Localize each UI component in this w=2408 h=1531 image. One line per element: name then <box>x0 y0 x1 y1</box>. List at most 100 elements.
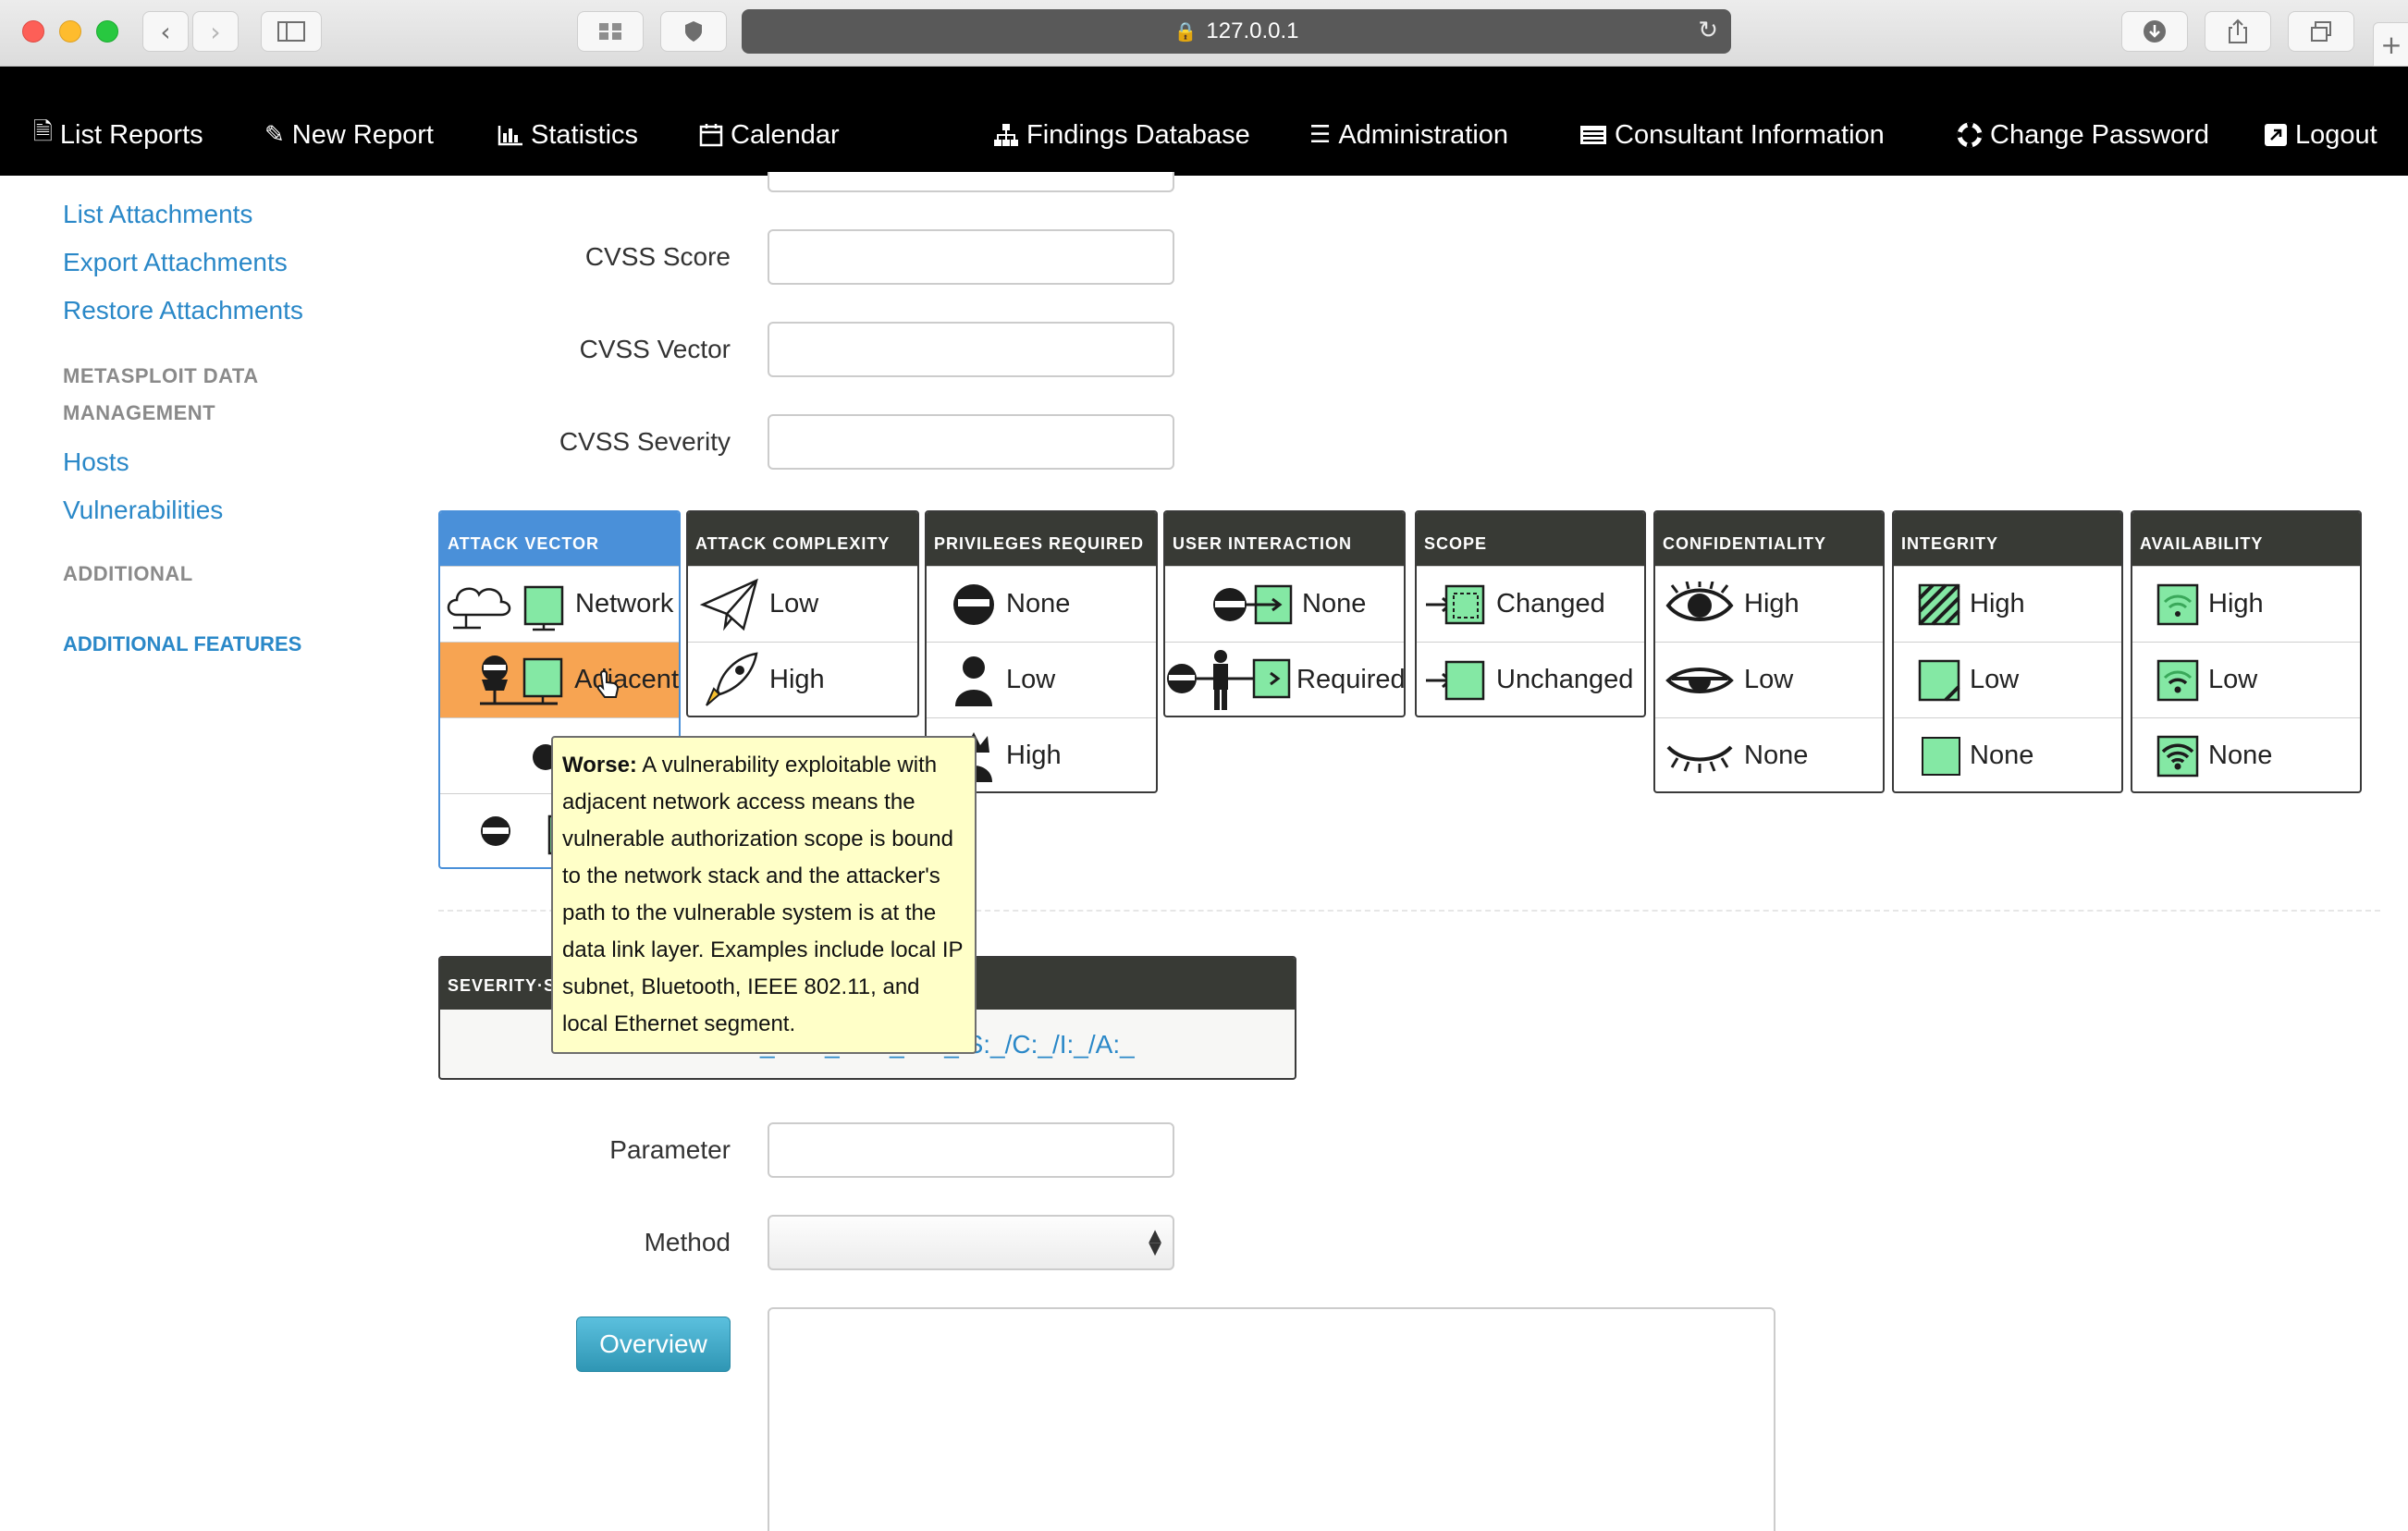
adjacent-network-icon <box>480 655 563 704</box>
overview-textarea[interactable] <box>768 1307 1775 1531</box>
sidebar-heading-metasploit-line2: MANAGEMENT <box>63 401 216 424</box>
reload-icon[interactable]: ↻ <box>1698 17 1718 44</box>
tabs-button[interactable] <box>2288 11 2354 52</box>
option-label: None <box>1302 589 1367 619</box>
option-ac-high[interactable]: High <box>688 642 917 716</box>
maximize-window-button[interactable] <box>96 20 118 43</box>
metric-attack-complexity: ATTACK COMPLEXITY Low High <box>686 510 919 717</box>
nav-calendar[interactable]: Calendar <box>699 118 840 152</box>
integrity-low-icon <box>1918 659 1960 701</box>
wifi-weak-icon <box>2156 583 2199 625</box>
option-label: Low <box>769 589 819 619</box>
nav-administration[interactable]: ☰ Administration <box>1309 118 1508 152</box>
cvss-vector-input[interactable] <box>768 322 1174 377</box>
nav-logout[interactable]: Logout <box>2264 118 2377 152</box>
bar-chart-icon <box>498 126 522 146</box>
sidebar-icon <box>277 21 305 42</box>
overview-button[interactable]: Overview <box>576 1317 731 1372</box>
metric-title: CONFIDENTIALITY <box>1655 512 1883 566</box>
sidebar-export-attachments[interactable]: Export Attachments <box>63 248 288 277</box>
nav-new-report[interactable]: ✎ New Report <box>264 118 434 152</box>
parameter-label: Parameter <box>609 1135 731 1164</box>
privacy-button[interactable] <box>660 11 727 52</box>
sidebar-toggle-button[interactable] <box>261 11 322 52</box>
share-button[interactable] <box>2205 11 2271 52</box>
option-label: Changed <box>1496 589 1605 619</box>
option-av-adjacent[interactable]: Adjacent <box>440 642 679 717</box>
option-a-high[interactable]: High <box>2132 566 2360 642</box>
eye-half-icon <box>1665 667 1734 693</box>
rocket-icon <box>706 651 758 706</box>
sidebar-hosts[interactable]: Hosts <box>63 447 129 477</box>
option-label: High <box>1744 589 1800 619</box>
nav-label: Administration <box>1338 119 1509 150</box>
tooltip-bold: Worse: <box>562 753 637 778</box>
tooltip-text: A vulnerability exploitable with adjacen… <box>562 753 964 1036</box>
cvss-severity-input[interactable] <box>768 414 1174 470</box>
option-pr-none[interactable]: None <box>927 566 1156 642</box>
option-i-high[interactable]: High <box>1894 566 2121 642</box>
select-arrows-icon: ▲ ▼ <box>1149 1226 1161 1258</box>
option-s-changed[interactable]: Changed <box>1417 566 1644 642</box>
sidebar-list-attachments[interactable]: List Attachments <box>63 200 252 229</box>
cvss-score-label: CVSS Score <box>584 242 731 271</box>
option-c-low[interactable]: Low <box>1655 642 1883 717</box>
integrity-none-icon <box>1922 736 1960 776</box>
lifebuoy-icon <box>1957 122 1983 148</box>
option-av-network[interactable]: Network <box>440 566 679 642</box>
option-ui-required[interactable]: Required <box>1165 642 1406 716</box>
option-pr-low[interactable]: Low <box>927 642 1156 717</box>
wifi-full-icon <box>2156 735 2199 777</box>
wifi-medium-icon <box>2156 659 2199 701</box>
masked-attacker-icon <box>953 583 994 625</box>
metric-integrity: INTEGRITY High Low None <box>1892 510 2123 793</box>
download-icon <box>2144 20 2166 43</box>
back-button[interactable]: ‹ <box>142 11 189 52</box>
nav-consultant-information[interactable]: Consultant Information <box>1579 118 1885 152</box>
nav-change-password[interactable]: Change Password <box>1957 118 2209 152</box>
nav-statistics[interactable]: Statistics <box>498 118 638 152</box>
plus-icon: + <box>2380 29 2402 60</box>
method-select[interactable]: ▲ ▼ <box>768 1215 1174 1270</box>
metric-confidentiality: CONFIDENTIALITY High Low None <box>1653 510 1885 793</box>
nav-label: Findings Database <box>1026 119 1250 150</box>
downloads-button[interactable] <box>2121 11 2188 52</box>
option-s-unchanged[interactable]: Unchanged <box>1417 642 1644 716</box>
metric-title: ATTACK VECTOR <box>440 512 679 566</box>
minimize-window-button[interactable] <box>59 20 81 43</box>
report-icon: 🗎 <box>33 118 53 146</box>
list-icon: ☰ <box>1309 121 1332 149</box>
attack-vector-tooltip: Worse: A vulnerability exploitable with … <box>551 736 977 1054</box>
eye-open-icon <box>1665 581 1734 621</box>
option-c-none[interactable]: None <box>1655 717 1883 791</box>
parameter-input[interactable] <box>768 1122 1174 1178</box>
nav-findings-database[interactable]: Findings Database <box>993 118 1250 152</box>
cvss-score-input[interactable] <box>768 229 1174 285</box>
share-icon <box>2229 18 2247 43</box>
option-c-high[interactable]: High <box>1655 566 1883 642</box>
url-text: 127.0.0.1 <box>1206 18 1299 43</box>
option-label: Required <box>1296 665 1406 694</box>
sidebar-vulnerabilities[interactable]: Vulnerabilities <box>63 496 223 525</box>
option-label: None <box>1744 741 1809 770</box>
option-i-none[interactable]: None <box>1894 717 2121 791</box>
paper-plane-icon <box>699 578 758 631</box>
category-input-partial[interactable] <box>768 172 1174 192</box>
sidebar-restore-attachments[interactable]: Restore Attachments <box>63 296 303 325</box>
cvss-vector-label: CVSS Vector <box>579 335 731 363</box>
option-label: None <box>2208 741 2273 770</box>
option-label: Low <box>1744 665 1794 694</box>
option-ac-low[interactable]: Low <box>688 566 917 642</box>
option-label: Low <box>1006 665 1056 694</box>
option-a-low[interactable]: Low <box>2132 642 2360 717</box>
address-bar[interactable]: 🔒 127.0.0.1 ↻ <box>742 9 1731 54</box>
sidebar-additional-features[interactable]: ADDITIONAL FEATURES <box>63 632 301 656</box>
option-i-low[interactable]: Low <box>1894 642 2121 717</box>
forward-button[interactable]: › <box>192 11 239 52</box>
close-window-button[interactable] <box>22 20 44 43</box>
nav-list-reports[interactable]: 🗎 List Reports <box>33 118 203 152</box>
option-ui-none[interactable]: None <box>1165 566 1404 642</box>
new-tab-button[interactable]: + <box>2373 22 2408 67</box>
option-a-none[interactable]: None <box>2132 717 2360 791</box>
tab-overview-button[interactable] <box>577 11 644 52</box>
